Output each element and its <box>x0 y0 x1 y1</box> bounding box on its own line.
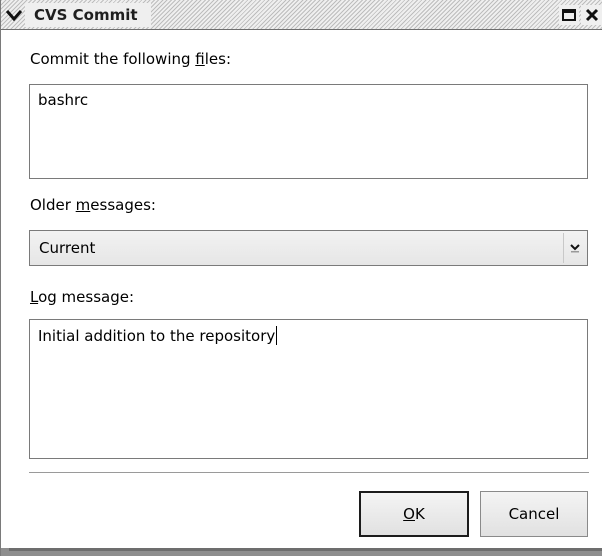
ok-label-suffix: K <box>414 505 425 523</box>
chevron-down-icon <box>6 10 22 21</box>
log-message-label-suffix: og message: <box>38 288 135 306</box>
maximize-button[interactable] <box>559 5 579 25</box>
log-message-textarea[interactable]: Initial addition to the repository <box>29 319 588 459</box>
files-textarea[interactable]: bashrc <box>29 84 588 179</box>
files-label-suffix: iles: <box>204 50 231 68</box>
ok-mnemonic: O <box>403 505 415 523</box>
files-label-mnemonic: f <box>195 50 205 68</box>
older-messages-label: Older messages: <box>30 196 156 214</box>
chevron-down-icon <box>569 244 580 253</box>
older-messages-label-suffix: essages: <box>90 196 156 214</box>
older-messages-selected: Current <box>39 239 96 257</box>
older-messages-label-prefix: Older <box>30 196 76 214</box>
files-label-prefix: Commit the following <box>30 50 196 68</box>
files-label: Commit the following files: <box>30 50 231 68</box>
older-messages-label-mnemonic: m <box>75 196 91 214</box>
text-caret <box>276 326 278 345</box>
combo-dropdown-button[interactable] <box>563 233 585 263</box>
log-message-label: Log message: <box>30 288 134 306</box>
log-message-text: Initial addition to the repository <box>38 327 276 345</box>
ok-button[interactable]: OK <box>359 491 469 537</box>
maximize-icon <box>562 9 576 21</box>
log-message-label-mnemonic: L <box>30 288 39 306</box>
cancel-label: Cancel <box>508 505 560 523</box>
window-title: CVS Commit <box>34 6 138 24</box>
window-menu-button[interactable] <box>3 4 25 26</box>
cancel-button[interactable]: Cancel <box>480 491 588 537</box>
close-button[interactable] <box>581 5 602 25</box>
close-icon <box>585 8 599 22</box>
title-bar[interactable]: CVS Commit <box>1 0 602 30</box>
file-entry: bashrc <box>38 91 89 109</box>
separator <box>29 472 589 474</box>
cvs-commit-dialog: CVS Commit Commit the following files: b… <box>0 0 602 556</box>
window-bottom-edge <box>1 548 602 556</box>
older-messages-combo[interactable]: Current <box>29 230 588 266</box>
